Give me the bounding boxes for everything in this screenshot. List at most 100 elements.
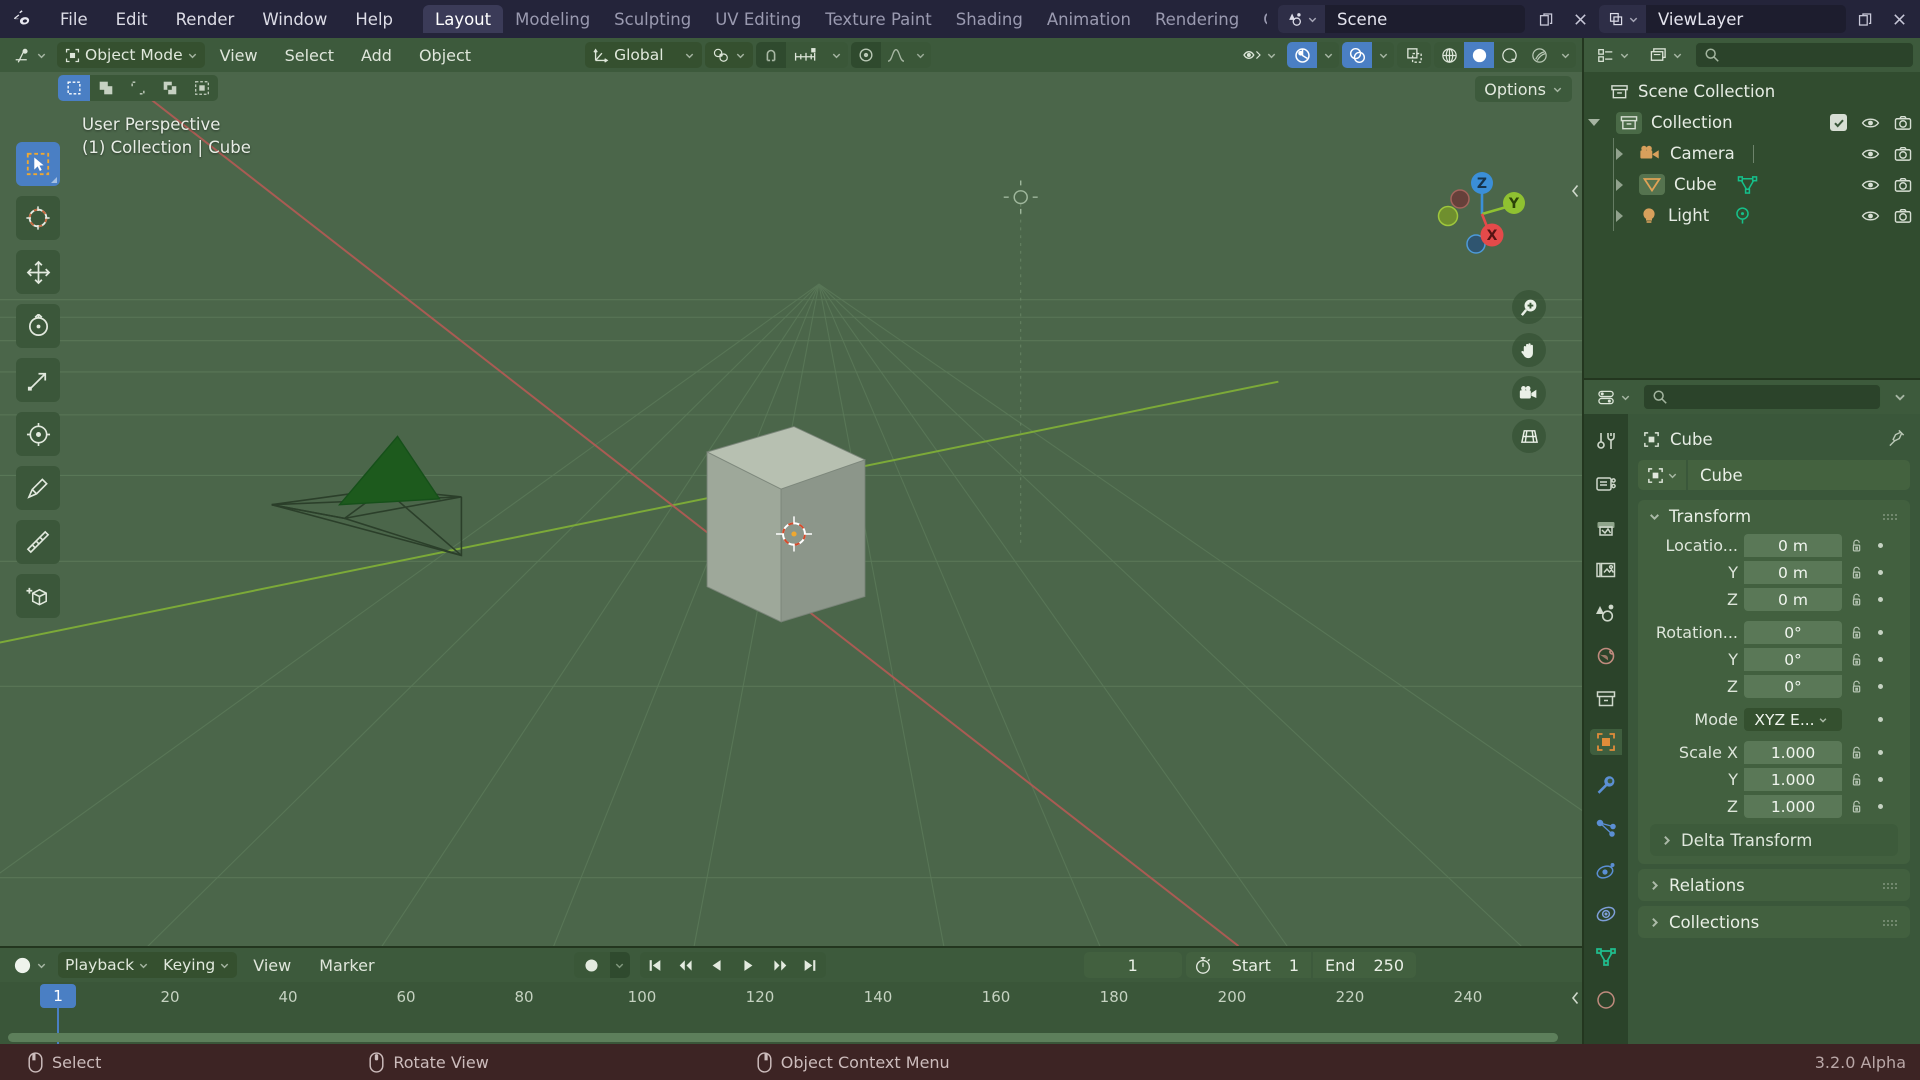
start-frame-control[interactable]: Start 1	[1219, 952, 1312, 978]
playhead-frame-indicator[interactable]: 1	[40, 984, 76, 1008]
lock-icon[interactable]	[1848, 565, 1866, 581]
timeline-menu-keying[interactable]: Keying	[156, 952, 237, 978]
shading-solid-icon[interactable]	[1464, 42, 1494, 68]
view-layer-properties-icon[interactable]	[1590, 557, 1622, 583]
timeline-menu-playback[interactable]: Playback	[58, 952, 156, 978]
gizmo-icon[interactable]	[1287, 42, 1317, 68]
outliner-tree[interactable]: Scene Collection Collection Camera Cube …	[1584, 72, 1920, 378]
viewport-canvas[interactable]	[0, 38, 1582, 946]
animate-property-dot[interactable]	[1872, 717, 1888, 722]
hide-in-viewport-icon[interactable]	[1861, 209, 1880, 223]
zoom-icon[interactable]	[1512, 290, 1546, 324]
select-intersect-icon[interactable]	[186, 75, 218, 101]
animate-property-dot[interactable]	[1872, 570, 1888, 575]
menu-render[interactable]: Render	[162, 0, 249, 38]
timeline-menu-marker[interactable]: Marker	[307, 952, 386, 978]
physics-properties-icon[interactable]	[1590, 858, 1622, 884]
animate-property-dot[interactable]	[1872, 630, 1888, 635]
lock-icon[interactable]	[1848, 625, 1866, 641]
viewport-menu-object[interactable]: Object	[407, 42, 483, 68]
viewlayer-name-field[interactable]: ViewLayer	[1646, 10, 1846, 29]
gizmo-dropdown-chevron-icon[interactable]	[1317, 42, 1339, 68]
relations-panel[interactable]: Relations	[1638, 869, 1910, 901]
falloff-curve-icon[interactable]	[880, 42, 911, 68]
outliner-row-light[interactable]: Light	[1584, 200, 1920, 231]
overlays-dropdown-chevron-icon[interactable]	[1372, 42, 1394, 68]
tab-modeling[interactable]: Modeling	[503, 5, 602, 33]
new-viewlayer-icon[interactable]	[1850, 5, 1880, 33]
tab-animation[interactable]: Animation	[1035, 5, 1143, 33]
transform-panel-header[interactable]: Transform	[1638, 500, 1910, 532]
tab-rendering[interactable]: Rendering	[1143, 5, 1251, 33]
tab-compositing[interactable]: C	[1251, 5, 1267, 33]
tweak-select-tool-icon[interactable]	[16, 142, 60, 186]
disclosure-triangle-down-icon[interactable]	[1587, 119, 1600, 126]
timeline-menu-view[interactable]: View	[241, 952, 303, 978]
viewport-menu-add[interactable]: Add	[349, 42, 404, 68]
editor-type-properties-icon[interactable]	[1590, 384, 1638, 410]
tab-texture-paint[interactable]: Texture Paint	[813, 5, 943, 33]
viewlayer-selector[interactable]: ViewLayer	[1599, 5, 1846, 33]
pivot-point-icon[interactable]	[705, 42, 753, 68]
viewport-menu-select[interactable]: Select	[273, 42, 346, 68]
location-y-field[interactable]: 0 m	[1744, 561, 1842, 584]
measure-tool-icon[interactable]	[16, 520, 60, 564]
select-box-icon[interactable]	[58, 75, 90, 101]
animate-property-dot[interactable]	[1872, 657, 1888, 662]
outliner-row-scene-collection[interactable]: Scene Collection	[1584, 76, 1920, 107]
disable-in-render-icon[interactable]	[1894, 177, 1912, 193]
shading-rendered-icon[interactable]	[1524, 42, 1554, 68]
tab-layout[interactable]: Layout	[423, 5, 504, 33]
menu-help[interactable]: Help	[341, 0, 407, 38]
timeline-sidebar-toggle-icon[interactable]	[1571, 990, 1580, 1009]
cursor-tool-icon[interactable]	[16, 196, 60, 240]
scale-tool-icon[interactable]	[16, 358, 60, 402]
jump-to-start-icon[interactable]	[639, 952, 671, 978]
particles-properties-icon[interactable]	[1590, 815, 1622, 841]
sidebar-toggle-icon[interactable]	[1568, 178, 1582, 204]
snap-dropdown-chevron-icon[interactable]	[825, 42, 848, 68]
snap-magnet-icon[interactable]	[755, 42, 786, 68]
lock-icon[interactable]	[1848, 679, 1866, 695]
new-scene-icon[interactable]	[1531, 5, 1561, 33]
timeline-scrollbar[interactable]	[0, 1033, 1566, 1042]
render-properties-icon[interactable]	[1590, 471, 1622, 497]
blender-logo-icon[interactable]	[0, 0, 46, 38]
current-frame-field[interactable]: 1	[1083, 952, 1182, 978]
constraints-properties-icon[interactable]	[1590, 901, 1622, 927]
mesh-data-icon[interactable]	[1737, 175, 1758, 194]
viewport-3d[interactable]: Object Mode View Select Add Object Globa…	[0, 38, 1582, 946]
scene-properties-icon[interactable]	[1590, 600, 1622, 626]
outliner-search-input[interactable]	[1695, 42, 1914, 68]
animate-property-dot[interactable]	[1872, 543, 1888, 548]
grip-icon[interactable]	[1882, 507, 1900, 526]
rotate-tool-icon[interactable]	[16, 304, 60, 348]
end-frame-control[interactable]: End 250	[1313, 952, 1416, 978]
disable-in-render-icon[interactable]	[1894, 115, 1912, 131]
collections-panel[interactable]: Collections	[1638, 906, 1910, 938]
timeline-scroll-thumb[interactable]	[8, 1033, 1558, 1042]
disable-in-render-icon[interactable]	[1894, 146, 1912, 162]
animate-property-dot[interactable]	[1872, 750, 1888, 755]
prev-keyframe-icon[interactable]	[670, 952, 702, 978]
remove-scene-icon[interactable]	[1565, 5, 1595, 33]
lock-icon[interactable]	[1848, 592, 1866, 608]
select-extend-icon[interactable]	[90, 75, 122, 101]
scene-selector[interactable]: Scene	[1278, 5, 1525, 33]
shading-material-preview-icon[interactable]	[1494, 42, 1524, 68]
viewport-menu-view[interactable]: View	[208, 42, 270, 68]
select-invert-icon[interactable]	[154, 75, 186, 101]
grip-icon[interactable]	[1882, 876, 1900, 895]
material-properties-icon[interactable]	[1590, 987, 1622, 1013]
properties-options-chevron-icon[interactable]	[1886, 384, 1914, 410]
navigation-gizmo[interactable]: Z Y X	[1434, 166, 1530, 262]
tab-uv-editing[interactable]: UV Editing	[703, 5, 813, 33]
viewport-options-button[interactable]: Options	[1475, 76, 1572, 102]
transform-tool-icon[interactable]	[16, 412, 60, 456]
delta-transform-subpanel[interactable]: Delta Transform	[1650, 824, 1898, 856]
add-cube-tool-icon[interactable]	[16, 574, 60, 618]
outliner-row-cube[interactable]: Cube	[1584, 169, 1920, 200]
record-icon[interactable]	[573, 952, 610, 978]
perspective-ortho-icon[interactable]	[1512, 419, 1546, 453]
transform-orientation-selector[interactable]: Global	[585, 42, 702, 68]
